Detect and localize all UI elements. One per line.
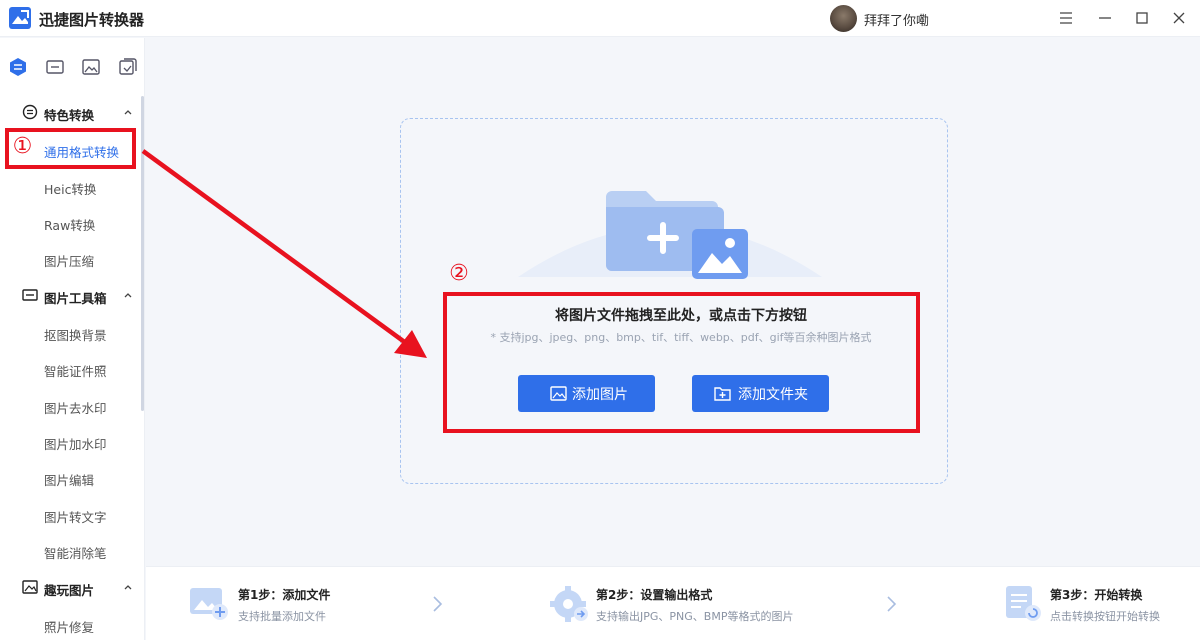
sidebar-item-label: 图片压缩	[44, 254, 95, 269]
sidebar-item-compress[interactable]: 图片压缩	[0, 247, 145, 271]
add-folder-button[interactable]: 添加文件夹	[692, 375, 829, 412]
step-1: 第1步：添加文件 支持批量添加文件	[186, 567, 446, 640]
toolbox-icon[interactable]	[45, 57, 65, 77]
section-feature-convert[interactable]: 特色转换	[0, 101, 145, 125]
sidebar-item-label: 图片去水印	[44, 401, 107, 416]
sidebar-item-label: Heic转换	[44, 182, 97, 197]
title-bar: 迅捷图片转换器 拜拜了你嘞	[0, 0, 1200, 37]
steps-bar: 第1步：添加文件 支持批量添加文件 第2步：设置输出格式 支持输出JPG、PNG…	[146, 566, 1200, 640]
section-toolbox[interactable]: 图片工具箱	[0, 284, 145, 308]
section-fun-images[interactable]: 趣玩图片	[0, 576, 145, 600]
maximize-icon[interactable]	[1131, 7, 1153, 29]
chevron-up-icon	[122, 289, 134, 301]
sidebar-item-remove-watermark[interactable]: 图片去水印	[0, 394, 145, 418]
sidebar-item-image-edit[interactable]: 图片编辑	[0, 466, 145, 490]
folder-plus-icon	[714, 385, 731, 402]
section-label: 图片工具箱	[44, 291, 107, 306]
sidebar-item-label: 智能证件照	[44, 364, 107, 379]
step-title: 第2步：设置输出格式	[596, 588, 713, 602]
annotation-number-1: ①	[12, 134, 33, 159]
drop-zone-title: 将图片文件拖拽至此处，或点击下方按钮	[555, 308, 807, 324]
app-logo-icon	[9, 7, 31, 29]
section-label: 趣玩图片	[44, 583, 95, 598]
minimize-icon[interactable]	[1094, 7, 1116, 29]
image-icon[interactable]	[81, 57, 101, 77]
sidebar-item-add-watermark[interactable]: 图片加水印	[0, 430, 145, 454]
toolbox-section-icon	[22, 287, 38, 303]
sidebar-item-photo-restore[interactable]: 照片修复	[0, 613, 145, 637]
step-desc: 支持输出JPG、PNG、BMP等格式的图片	[596, 610, 794, 623]
convert-section-icon	[22, 104, 38, 120]
sidebar-item-label: 图片加水印	[44, 437, 107, 452]
chevron-right-icon	[430, 595, 444, 613]
fun-icon[interactable]	[118, 57, 138, 77]
step-title: 第3步：开始转换	[1050, 588, 1143, 602]
chevron-right-icon	[884, 595, 898, 613]
fun-section-icon	[22, 579, 38, 595]
sidebar-item-label: 图片编辑	[44, 473, 95, 488]
chevron-up-icon	[122, 106, 134, 118]
add-image-button[interactable]: 添加图片	[518, 375, 655, 412]
sidebar-item-label: 照片修复	[44, 620, 95, 635]
sidebar-item-heic[interactable]: Heic转换	[0, 175, 145, 199]
sidebar-item-raw[interactable]: Raw转换	[0, 211, 145, 235]
add-image-label: 添加图片	[572, 387, 628, 403]
sidebar-item-label: 智能消除笔	[44, 546, 107, 561]
avatar[interactable]	[830, 5, 857, 32]
sidebar-item-image-to-text[interactable]: 图片转文字	[0, 503, 145, 527]
menu-icon[interactable]	[1055, 7, 1077, 29]
step-desc: 支持批量添加文件	[238, 610, 326, 623]
sidebar-item-label: 图片转文字	[44, 510, 107, 525]
gear-icon	[548, 582, 590, 624]
start-convert-step-icon	[1002, 582, 1044, 624]
sidebar-item-cutout[interactable]: 抠图换背景	[0, 321, 145, 345]
add-file-step-icon	[188, 582, 230, 624]
sidebar-item-label: 抠图换背景	[44, 328, 107, 343]
add-folder-label: 添加文件夹	[738, 387, 808, 403]
annotation-number-2: ②	[449, 261, 469, 286]
folder-illustration-icon	[518, 185, 822, 285]
chevron-up-icon	[122, 581, 134, 593]
sidebar-item-label: Raw转换	[44, 218, 96, 233]
step-2: 第2步：设置输出格式 支持输出JPG、PNG、BMP等格式的图片	[546, 567, 846, 640]
convert-icon[interactable]	[8, 57, 28, 77]
step-desc: 点击转换按钮开始转换	[1050, 610, 1160, 623]
image-icon	[550, 385, 567, 402]
sidebar-top-icons	[0, 38, 145, 94]
user-name[interactable]: 拜拜了你嘞	[864, 10, 929, 29]
sidebar-item-id-photo[interactable]: 智能证件照	[0, 357, 145, 381]
step-3: 第3步：开始转换 点击转换按钮开始转换	[1000, 567, 1200, 640]
sidebar-item-smart-eraser[interactable]: 智能消除笔	[0, 539, 145, 563]
close-icon[interactable]	[1168, 7, 1190, 29]
drop-zone-subtitle: * 支持jpg、jpeg、png、bmp、tif、tiff、webp、pdf、g…	[490, 331, 872, 344]
step-title: 第1步：添加文件	[238, 588, 331, 602]
section-label: 特色转换	[44, 108, 95, 123]
app-title: 迅捷图片转换器	[39, 11, 145, 29]
